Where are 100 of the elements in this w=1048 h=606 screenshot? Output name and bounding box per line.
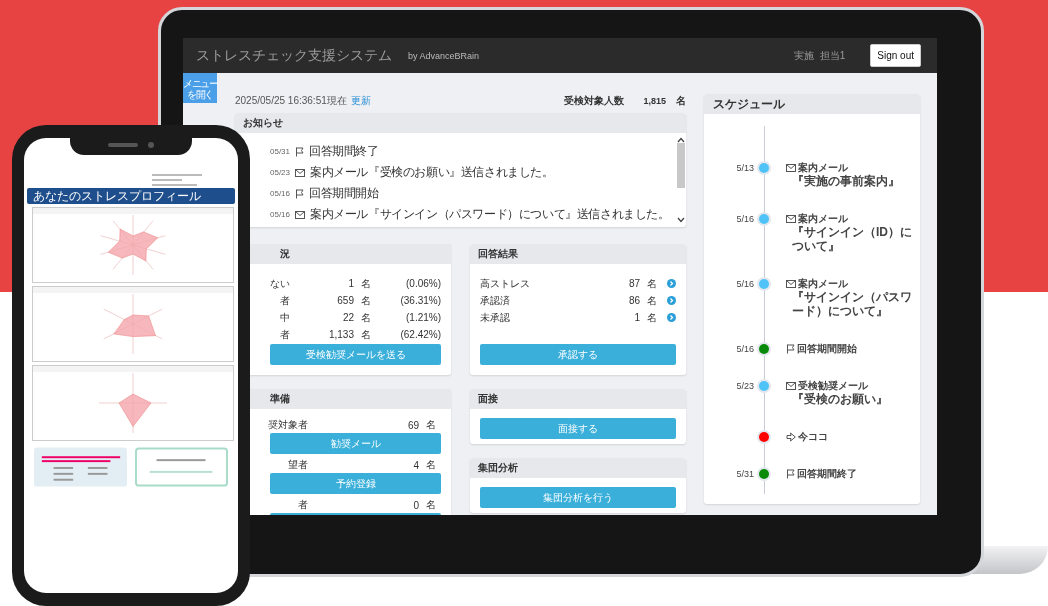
row-label: 高ストレス [480, 276, 531, 291]
percent-value: (1.21%) [405, 312, 441, 323]
approve-button[interactable]: 承認する [480, 344, 676, 365]
percent-value: (36.31%) [399, 295, 441, 306]
mail-icon [295, 168, 306, 177]
panel-title: 面接 [470, 389, 686, 409]
app-title: ストレスチェック支援システム [196, 46, 392, 65]
schedule-title: 案内メール [798, 278, 848, 290]
scrollbar-thumb[interactable] [677, 143, 685, 188]
schedule-title: 受検勧奨メール [798, 380, 868, 392]
flag-icon [295, 146, 305, 157]
schedule-detail: 『実施の事前案内』 [791, 174, 901, 188]
mail-icon [786, 164, 796, 172]
chevron-circle-icon [667, 279, 676, 288]
schedule-date: 5/16 [735, 343, 754, 355]
count-value: 0 [412, 499, 419, 511]
percent-value: (0.06%) [405, 278, 441, 289]
unit-label: 名 [360, 276, 372, 291]
chevron-up-icon [677, 137, 685, 143]
schedule-date: 5/13 [735, 162, 754, 175]
notice-date: 05/16 [270, 189, 291, 198]
unit-label: 名 [360, 310, 372, 325]
mail-icon [786, 280, 796, 288]
chevron-circle-icon [667, 296, 676, 305]
panel-title: 回答結果 [470, 244, 686, 264]
schedule-detail: 『サインイン（ID）について』 [791, 225, 913, 253]
action-button[interactable]: 面接する [480, 418, 676, 439]
unit-label: 名 [646, 276, 658, 291]
count-value: 87 [627, 278, 640, 289]
count-value: 659 [336, 295, 354, 306]
target-count: 1,815 [643, 96, 666, 106]
count-value: 1 [633, 312, 640, 323]
unit-label: 名 [646, 310, 658, 325]
byline: by AdvanceBRain [408, 50, 480, 61]
row-label: 奨対象者 [267, 418, 308, 432]
panel-title: 準備 [269, 392, 290, 406]
row-label: 者 [279, 327, 290, 342]
panel-title: 況 [279, 247, 290, 261]
notice-text: 案内メール『サインイン（パスワード）について』送信されました。 [310, 206, 670, 223]
action-button[interactable]: 予約登録 [270, 473, 441, 494]
count-value: 4 [412, 459, 419, 471]
notice-text: 回答期間開始 [309, 185, 379, 202]
mail-icon [786, 215, 796, 223]
row-label: 中 [279, 310, 290, 325]
notice-text: 回答期間終了 [309, 143, 379, 160]
schedule-title: 回答期間終了 [797, 468, 857, 480]
mail-icon [786, 382, 796, 390]
count-value: 1,133 [327, 329, 354, 340]
unit-label: 名 [360, 327, 372, 342]
flag-icon [786, 344, 795, 354]
schedule-date: 5/16 [735, 278, 754, 291]
send-mail-button[interactable]: 受検勧奨メールを送る [270, 344, 441, 365]
target-label: 受検対象人数 [564, 94, 625, 108]
panel-title: 集団分析 [470, 458, 686, 478]
flag-icon [786, 469, 795, 479]
notice-date: 05/31 [270, 147, 291, 156]
unit-label: 名 [425, 418, 437, 432]
schedule-title: 案内メール [798, 162, 848, 174]
action-button[interactable]: 集団分析を行う [480, 487, 676, 508]
schedule-detail: 『サインイン（パスワード）について』 [791, 290, 913, 318]
sign-out-button[interactable]: Sign out [870, 44, 921, 67]
row-label: 望者 [287, 458, 308, 472]
action-button[interactable]: 勧奨メール [270, 433, 441, 454]
row-label: 者 [279, 293, 290, 308]
notice-text: 案内メール『受検のお願い』送信されました。 [310, 164, 554, 181]
count-value: 69 [406, 419, 419, 431]
schedule-detail: 『受検のお願い』 [791, 392, 889, 406]
flag-icon [295, 188, 305, 199]
refresh-link[interactable]: 更新 [350, 94, 371, 108]
target-unit: 名 [676, 94, 686, 108]
chevron-down-icon [677, 217, 685, 223]
user-role: 実施 [793, 48, 814, 63]
panel-title: お知らせ [235, 113, 686, 133]
arrow-icon [786, 432, 796, 442]
menu-button[interactable]: メニューを開く [183, 73, 217, 103]
user-name: 担当1 [819, 48, 846, 63]
schedule-date: 5/31 [735, 468, 754, 480]
schedule-title: 回答期間開始 [797, 343, 857, 355]
schedule-date: 5/23 [735, 380, 754, 393]
notice-date: 05/23 [270, 168, 291, 177]
unit-label: 名 [425, 458, 437, 472]
schedule-date: 5/16 [735, 213, 754, 226]
profile-header: あなたのストレスプロフィール [27, 188, 235, 204]
panel-title: スケジュール [704, 94, 920, 114]
schedule-title: 案内メール [798, 213, 848, 225]
chevron-circle-icon [667, 313, 676, 322]
row-label: ない [269, 276, 290, 291]
unit-label: 名 [646, 293, 658, 308]
unit-label: 名 [360, 293, 372, 308]
notice-date: 05/16 [270, 210, 291, 219]
mail-icon [295, 210, 306, 219]
count-value: 86 [627, 295, 640, 306]
count-value: 22 [341, 312, 354, 323]
row-label: 者 [297, 498, 308, 512]
row-label: 未承認 [480, 310, 511, 325]
text-lines-drawing [152, 174, 202, 186]
row-label: 承認済 [480, 293, 511, 308]
unit-label: 名 [425, 498, 437, 512]
percent-value: (62.42%) [399, 329, 441, 340]
schedule-title: 今ココ [798, 431, 828, 443]
